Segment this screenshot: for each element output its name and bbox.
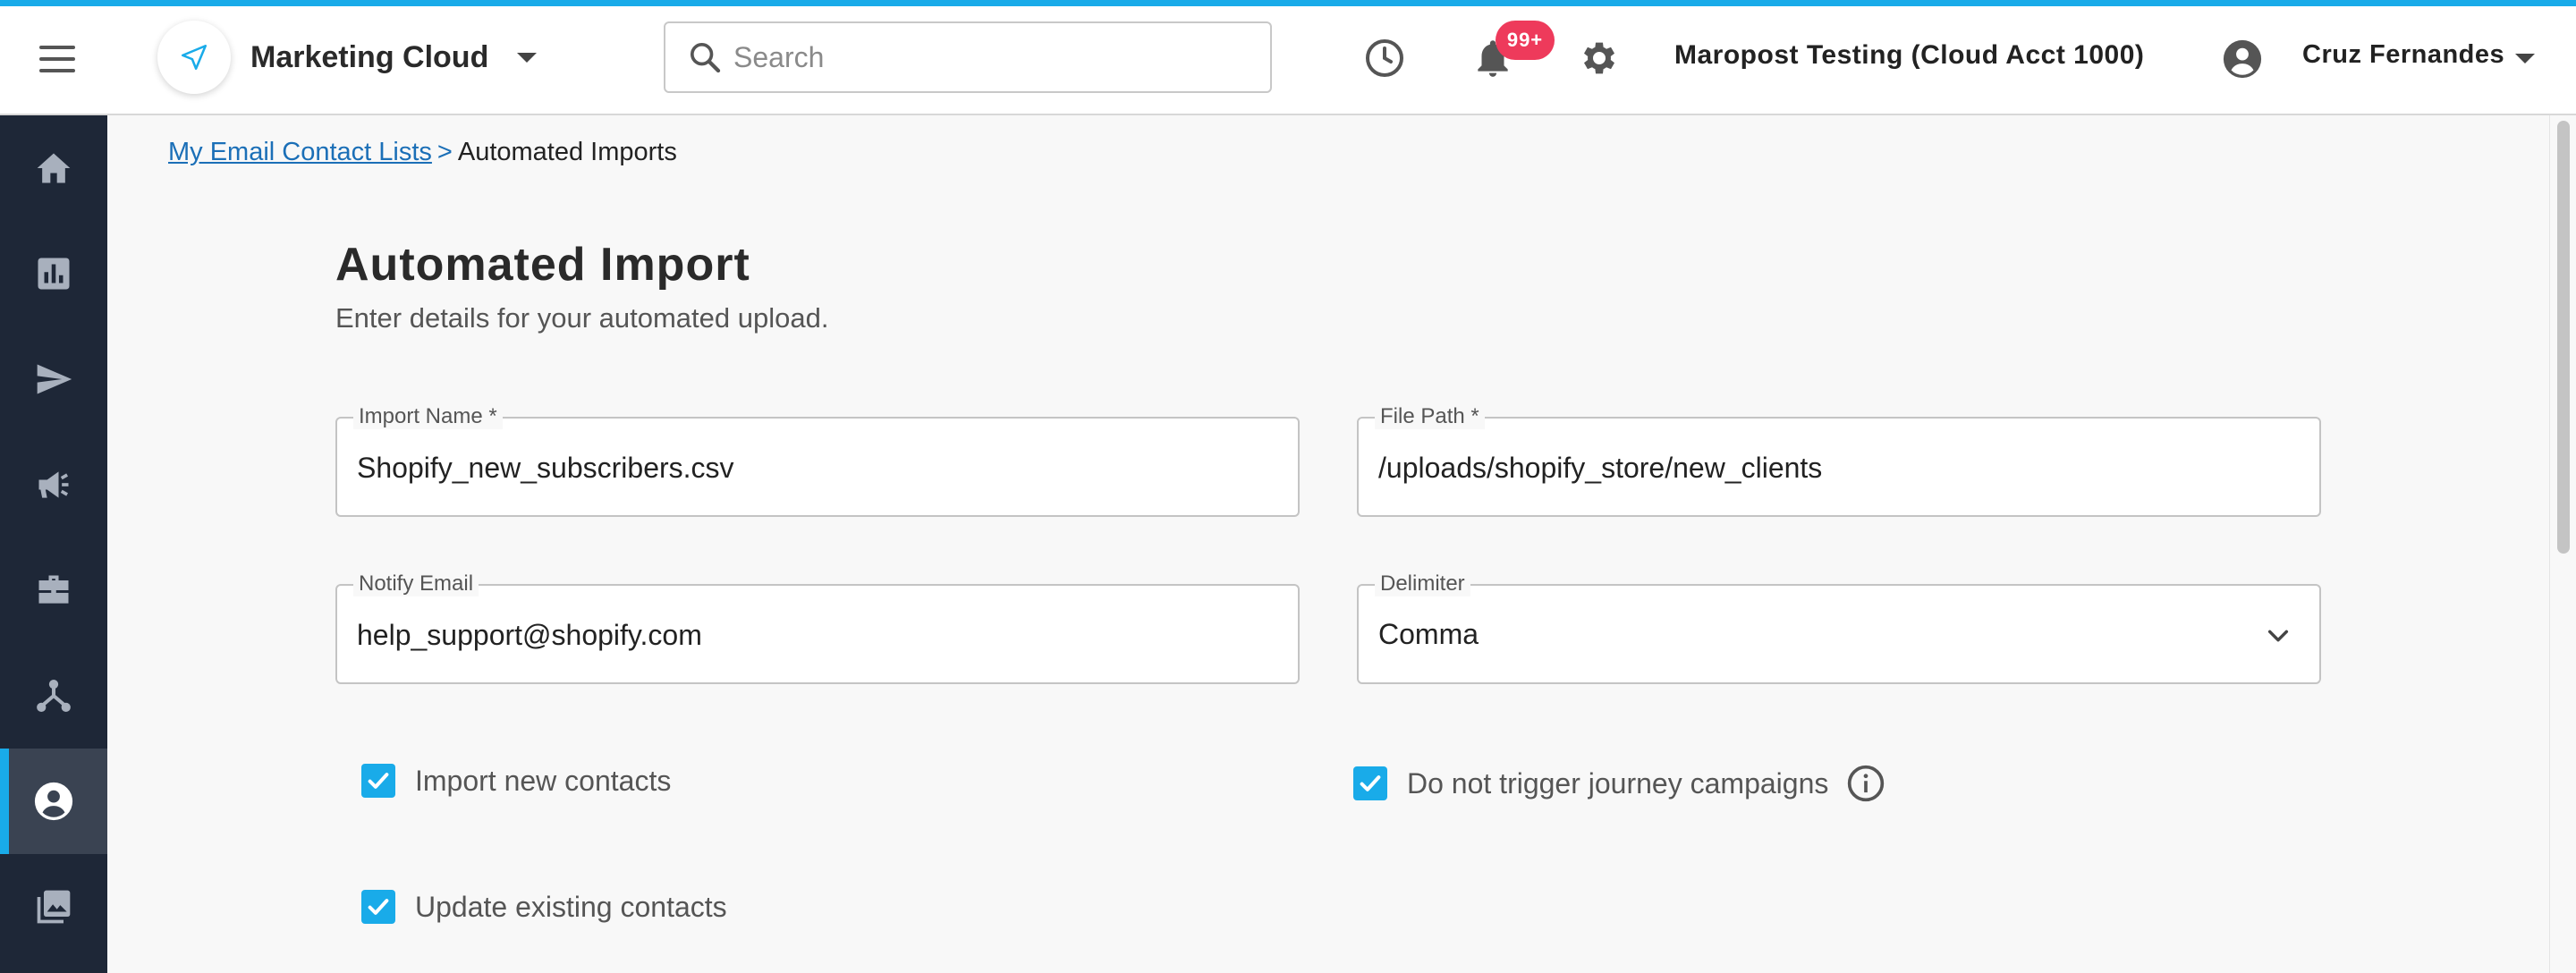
history-clock-icon[interactable]	[1363, 37, 1406, 84]
user-avatar-icon[interactable]	[2222, 38, 2263, 84]
search-input[interactable]	[733, 34, 1252, 80]
notifications-count-badge: 99+	[1496, 21, 1555, 60]
sidebar-item-campaigns[interactable]	[0, 432, 107, 537]
home-icon	[37, 153, 71, 183]
no-journey-trigger-checkbox[interactable]: Do not trigger journey campaigns	[1353, 764, 1885, 803]
top-accent-strip	[0, 0, 2576, 6]
reports-icon	[38, 258, 70, 290]
sidebar-item-contacts[interactable]	[0, 749, 107, 854]
content-library-icon	[37, 890, 71, 924]
scrollbar-thumb[interactable]	[2557, 121, 2570, 554]
notify-email-label: Notify Email	[353, 571, 479, 596]
search-box[interactable]	[664, 21, 1272, 93]
settings-gear-icon[interactable]	[1578, 37, 1621, 84]
chevron-down-icon[interactable]	[2264, 622, 2292, 650]
page-title: Automated Import	[335, 239, 750, 291]
breadcrumb-separator: >	[436, 138, 453, 166]
sidebar-item-tools[interactable]	[0, 537, 107, 643]
file-path-field[interactable]: File Path *	[1357, 404, 2321, 517]
sidebar-item-send[interactable]	[0, 326, 107, 432]
user-menu-label[interactable]: Cruz Fernandes	[2302, 40, 2504, 70]
sidebar-item-home[interactable]	[0, 115, 107, 221]
search-icon	[691, 43, 721, 73]
menu-icon[interactable]	[39, 46, 75, 72]
contacts-icon	[34, 782, 73, 821]
sidebar-item-reports[interactable]	[0, 221, 107, 326]
checkbox-checked-icon[interactable]	[361, 764, 395, 798]
app-switcher-label[interactable]: Marketing Cloud	[250, 40, 488, 75]
sidebar-item-journeys[interactable]	[0, 643, 107, 749]
page-subtitle: Enter details for your automated upload.	[335, 302, 829, 334]
delimiter-select[interactable]: Delimiter Comma	[1357, 571, 2321, 684]
file-path-input[interactable]	[1378, 445, 2291, 490]
delimiter-label: Delimiter	[1375, 571, 1470, 596]
brand-logo-icon[interactable]	[157, 21, 231, 94]
user-menu-caret-icon[interactable]	[2515, 54, 2535, 63]
briefcase-icon	[38, 575, 69, 604]
sidebar-item-content-library[interactable]	[0, 854, 107, 960]
info-icon[interactable]	[1846, 764, 1885, 803]
notify-email-input[interactable]	[357, 613, 1269, 657]
import-name-field[interactable]: Import Name *	[335, 404, 1300, 517]
checkbox-checked-icon[interactable]	[1353, 766, 1387, 800]
journey-icon	[37, 680, 71, 712]
update-existing-contacts-checkbox[interactable]: Update existing contacts	[361, 890, 727, 924]
send-icon	[37, 364, 72, 394]
breadcrumb-link-contact-lists[interactable]: My Email Contact Lists	[168, 138, 432, 166]
account-name[interactable]: Maropost Testing (Cloud Acct 1000)	[1674, 40, 2144, 71]
sidebar	[0, 115, 107, 973]
top-navigation-bar: Marketing Cloud 99+ Maropost Testing (Cl…	[0, 6, 2576, 115]
import-new-contacts-label: Import new contacts	[415, 764, 672, 797]
app-switcher-caret-icon[interactable]	[517, 53, 537, 63]
delimiter-selected-value: Comma	[1378, 618, 1479, 650]
import-name-label: Import Name *	[353, 404, 503, 429]
import-new-contacts-checkbox[interactable]: Import new contacts	[361, 764, 671, 798]
page-scrollbar[interactable]	[2549, 115, 2576, 973]
checkbox-checked-icon[interactable]	[361, 890, 395, 924]
import-name-input[interactable]	[357, 445, 1269, 490]
campaign-megaphone-icon	[38, 471, 69, 498]
no-journey-trigger-label: Do not trigger journey campaigns	[1407, 766, 1829, 800]
breadcrumb: My Email Contact Lists > Automated Imports	[168, 138, 677, 167]
file-path-label: File Path *	[1375, 404, 1485, 429]
update-existing-contacts-label: Update existing contacts	[415, 890, 727, 923]
notify-email-field[interactable]: Notify Email	[335, 571, 1300, 684]
breadcrumb-current: Automated Imports	[457, 138, 677, 166]
